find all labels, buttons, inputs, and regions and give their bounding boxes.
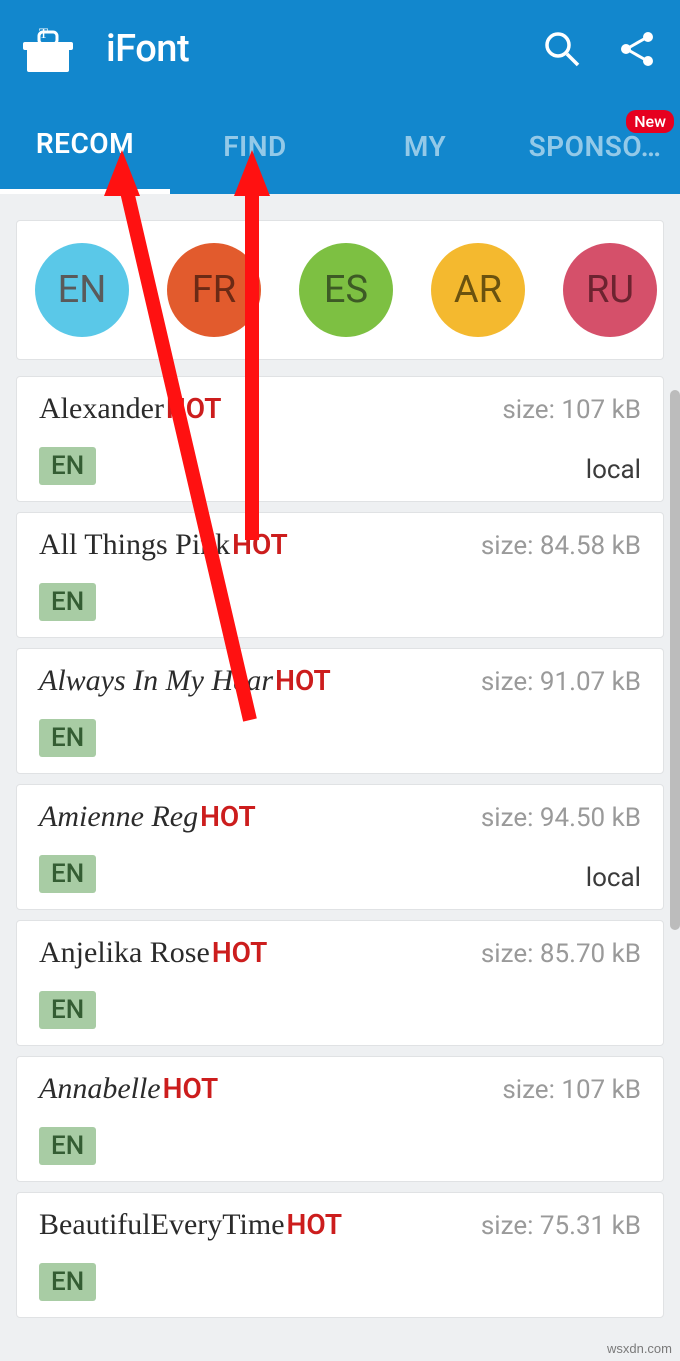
source-label: local <box>586 455 641 485</box>
lang-tag: EN <box>39 583 96 621</box>
font-name: BeautifulEveryTime <box>39 1208 285 1242</box>
app-header: T iFont <box>0 0 680 98</box>
font-item[interactable]: AlexanderHOT size: 107 kB EN local <box>16 376 664 502</box>
tab-label: FIND <box>223 130 287 163</box>
lang-tag: EN <box>39 719 96 757</box>
app-logo-icon: T <box>20 21 76 77</box>
language-chip-fr[interactable]: FR <box>167 243 261 337</box>
font-size-label: size: 107 kB <box>502 395 641 425</box>
font-name: Always In My Hear <box>39 664 273 698</box>
font-item[interactable]: BeautifulEveryTimeHOT size: 75.31 kB EN <box>16 1192 664 1318</box>
font-size-label: size: 91.07 kB <box>481 667 641 697</box>
font-item[interactable]: Amienne RegHOT size: 94.50 kB EN local <box>16 784 664 910</box>
tab-label: SPONSO… <box>529 130 662 163</box>
hot-badge: HOT <box>166 392 222 425</box>
hot-badge: HOT <box>232 528 288 561</box>
hot-badge: HOT <box>287 1208 343 1241</box>
font-item[interactable]: Anjelika RoseHOT size: 85.70 kB EN <box>16 920 664 1046</box>
tab-find[interactable]: FIND <box>170 98 340 194</box>
search-icon[interactable] <box>540 27 584 71</box>
tab-label: MY <box>404 130 446 163</box>
hot-badge: HOT <box>200 800 256 833</box>
font-name: Annabelle <box>39 1072 161 1106</box>
lang-tag: EN <box>39 991 96 1029</box>
hot-badge: HOT <box>212 936 268 969</box>
lang-tag: EN <box>39 1127 96 1165</box>
font-name: Anjelika Rose <box>39 936 210 970</box>
watermark: wsxdn.com <box>607 1341 672 1356</box>
hot-badge: HOT <box>275 664 331 697</box>
font-item[interactable]: Always In My HearHOT size: 91.07 kB EN <box>16 648 664 774</box>
share-icon[interactable] <box>616 27 660 71</box>
font-item[interactable]: All Things PinkHOT size: 84.58 kB EN <box>16 512 664 638</box>
font-name: All Things Pink <box>39 528 230 562</box>
font-list[interactable]: AlexanderHOTsize: 107 kBENlocalAll Thing… <box>0 376 680 1318</box>
source-label: local <box>586 863 641 893</box>
tab-recom[interactable]: RECOM <box>0 98 170 194</box>
font-size-label: size: 107 kB <box>502 1075 641 1105</box>
font-item[interactable]: AnnabelleHOT size: 107 kB EN <box>16 1056 664 1182</box>
font-size-label: size: 84.58 kB <box>481 531 641 561</box>
language-chip-ru[interactable]: RU <box>563 243 657 337</box>
tab-sponsor[interactable]: SPONSO… New <box>510 98 680 194</box>
language-chip-ar[interactable]: AR <box>431 243 525 337</box>
tab-bar: RECOM FIND MY SPONSO… New <box>0 98 680 194</box>
lang-tag: EN <box>39 1263 96 1301</box>
language-chip-bar[interactable]: EN FR ES AR RU <box>16 220 664 360</box>
font-name: Amienne Reg <box>39 800 198 834</box>
font-size-label: size: 85.70 kB <box>481 939 641 969</box>
font-size-label: size: 94.50 kB <box>481 803 641 833</box>
language-chip-en[interactable]: EN <box>35 243 129 337</box>
new-badge: New <box>626 110 674 133</box>
language-chip-es[interactable]: ES <box>299 243 393 337</box>
tab-my[interactable]: MY <box>340 98 510 194</box>
scrollbar-thumb[interactable] <box>670 390 680 930</box>
font-size-label: size: 75.31 kB <box>481 1211 641 1241</box>
lang-tag: EN <box>39 855 96 893</box>
tab-label: RECOM <box>36 127 134 160</box>
lang-tag: EN <box>39 447 96 485</box>
hot-badge: HOT <box>163 1072 219 1105</box>
font-name: Alexander <box>39 392 164 426</box>
app-title: iFont <box>106 27 508 71</box>
